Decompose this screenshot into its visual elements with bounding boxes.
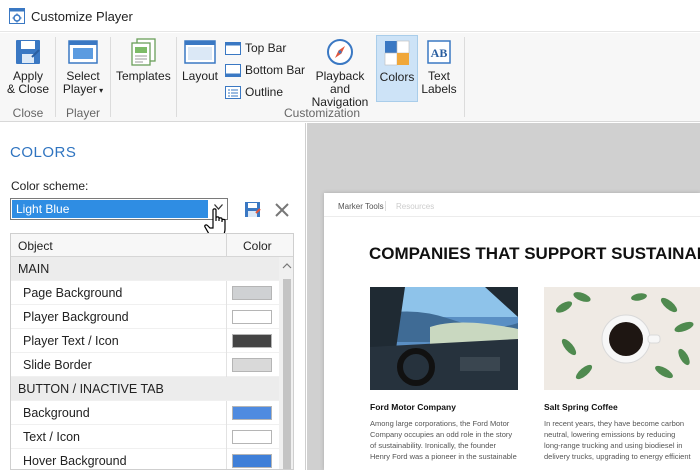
text-labels-button[interactable]: AB Text Labels [419,37,459,96]
color-swatch[interactable] [232,286,272,300]
color-scheme-label: Color scheme: [11,179,89,193]
templates-button[interactable]: Templates [116,37,171,83]
table-scrollbar[interactable] [279,257,293,469]
text-labels-icon: AB [427,40,451,64]
section-row-button-inactive-tab: BUTTON / INACTIVE TAB [11,377,279,401]
color-swatch[interactable] [232,310,272,324]
table-row[interactable]: Slide Border [11,353,279,377]
table-row[interactable]: Hover Background [11,449,279,469]
car-interior-image [370,287,518,390]
table-rows: MAIN Page Background Player Background P… [11,257,279,469]
delete-scheme-icon[interactable] [274,202,290,218]
select-player-label: Player ▾ [62,82,104,96]
colors-icon [384,40,410,66]
color-swatch[interactable] [232,454,272,468]
compass-icon [327,39,353,65]
table-row[interactable]: Text / Icon [11,425,279,449]
color-scheme-dropdown[interactable]: Light Blue [10,198,228,220]
bottom-bar-icon [225,63,241,77]
colors-panel: COLORS Color scheme: Light Blue Object C… [0,123,306,470]
ribbon-toolbar: Apply & Close Close Select Player ▾ Play… [0,33,700,122]
outline-button[interactable]: Outline [225,83,283,101]
top-bar-icon [225,41,241,55]
tab-resources[interactable]: Resources [396,202,434,211]
svg-text:AB: AB [431,46,448,60]
article-body: Among large corporations, the Ford Motor… [370,419,517,461]
column-header-color: Color [243,239,272,253]
color-swatch[interactable] [232,334,272,348]
colors-button[interactable]: Colors [376,35,418,102]
playback-navigation-button[interactable]: Playback and Navigation [305,37,375,109]
coffee-cup-image [544,287,700,390]
top-bar-button[interactable]: Top Bar [225,39,286,57]
group-label-player: Player [65,106,100,120]
preview-tab-bar: Marker Tools Resources [324,193,700,217]
save-icon [16,40,40,64]
ribbon-separator [464,37,465,117]
window-title: Customize Player [31,9,133,24]
color-table: Object Color MAIN Page Background Player… [10,233,294,470]
group-label-close: Close [12,106,44,120]
tab-marker-tools[interactable]: Marker Tools [338,202,384,211]
outline-icon [225,85,241,99]
table-row[interactable]: Player Background [11,305,279,329]
article-body: In recent years, they have become carbon… [544,419,691,461]
ribbon-separator [110,37,111,117]
save-scheme-icon[interactable] [244,201,261,218]
apply-close-button[interactable]: Apply & Close [6,37,50,96]
ribbon-separator [176,37,177,117]
templates-icon [131,38,156,66]
table-row[interactable]: Page Background [11,281,279,305]
color-swatch[interactable] [232,358,272,372]
section-row-main: MAIN [11,257,279,281]
color-swatch[interactable] [232,430,272,444]
color-swatch[interactable] [232,406,272,420]
player-preview: Marker Tools Resources COMPANIES THAT SU… [324,193,700,470]
article-title: Salt Spring Coffee [544,402,618,412]
panel-heading: COLORS [10,144,77,161]
title-bar: Customize Player [0,0,700,32]
chevron-up-icon[interactable] [282,263,292,269]
color-scheme-value: Light Blue [12,200,208,218]
table-header: Object Color [11,234,293,257]
article-title: Ford Motor Company [370,402,456,412]
group-label-customization: Customization [283,106,361,120]
table-row[interactable]: Background [11,401,279,425]
layout-button[interactable]: Layout [181,37,219,83]
table-row[interactable]: Player Text / Icon [11,329,279,353]
select-player-button[interactable]: Select Player ▾ [61,37,105,97]
scrollbar-thumb[interactable] [283,279,291,469]
dropdown-arrow-icon: ▾ [96,86,104,95]
customize-player-icon [9,8,25,24]
layout-icon [184,40,216,64]
bottom-bar-button[interactable]: Bottom Bar [225,61,305,79]
player-window-icon [68,40,98,64]
column-header-object: Object [18,239,53,253]
ribbon-separator [55,37,56,117]
slide-title: COMPANIES THAT SUPPORT SUSTAINAB [369,244,700,263]
